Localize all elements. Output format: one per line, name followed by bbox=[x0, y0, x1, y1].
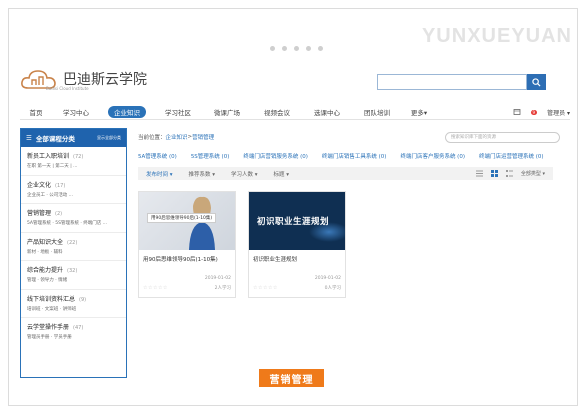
user-menu[interactable]: 管理员 ▾ bbox=[547, 108, 570, 117]
sidebar-category[interactable]: 新员工入职培训 (72) 在职 第一天 | 第二天 | ... bbox=[21, 147, 126, 176]
nav-more[interactable]: 更多▾ bbox=[402, 107, 436, 117]
show-all-categories-link[interactable]: 显示全部分类 bbox=[97, 135, 121, 141]
knowledge-search-input[interactable]: 搜索知识库下面的资源 bbox=[445, 132, 560, 143]
sidebar-category[interactable]: 线下培训资料汇总 (9) 培训班 · 文案班 · 讲师班 bbox=[21, 290, 126, 318]
search-icon bbox=[532, 77, 541, 87]
grid-view-icon[interactable] bbox=[490, 170, 498, 177]
subcategory-tag[interactable]: 5S管理系统 (0) bbox=[191, 152, 230, 160]
message-icon[interactable] bbox=[513, 108, 521, 116]
header-search-button[interactable] bbox=[527, 74, 546, 90]
nav-team-training[interactable]: 团队培训 bbox=[352, 107, 402, 117]
sidebar-category[interactable]: 综合能力提升 (32) 管理 · 领导力 · 情绪 bbox=[21, 261, 126, 290]
thumbnail-caption: 用90后思维领导90后(1-10集) bbox=[147, 213, 217, 223]
carousel-dots bbox=[270, 46, 323, 51]
nav-enterprise-knowledge[interactable]: 企业知识 bbox=[108, 106, 146, 118]
list-view-icon[interactable] bbox=[475, 170, 483, 177]
notification-badge[interactable]: 9 bbox=[530, 109, 538, 115]
breadcrumb-link[interactable]: 企业知识 bbox=[166, 133, 188, 141]
subcategory-tag[interactable]: 终端门店营销服务系统 (0) bbox=[243, 152, 308, 160]
sidebar-category[interactable]: 云学堂操作手册 (47) 管理员手册 · 学员手册 bbox=[21, 318, 126, 347]
sort-by-title[interactable]: 标题 ▾ bbox=[266, 170, 298, 178]
course-card[interactable]: 初识职业生涯规划 初识职业生涯规划 2019-01-02 ☆☆☆☆☆ 0人学习 bbox=[248, 191, 346, 298]
sort-bar: 发布时间 ▾ 推荐系数 ▾ 学习人数 ▾ 标题 ▾ 全部类型 ▾ bbox=[138, 167, 553, 180]
subcategory-tags: 5A管理系统 (0) 5S管理系统 (0) 终端门店营销服务系统 (0) 终端门… bbox=[138, 152, 558, 160]
thumbnail-caption: 初识职业生涯规划 bbox=[257, 217, 330, 227]
section-caption: 营销管理 bbox=[259, 369, 324, 387]
sidebar-header: ☰ 全部课程分类 显示全部分类 bbox=[21, 129, 126, 147]
view-controls: 全部类型 ▾ bbox=[475, 170, 553, 177]
presenter-image bbox=[189, 196, 215, 250]
learner-count: 0人学习 bbox=[324, 286, 341, 291]
nav-right: 9 管理员 ▾ bbox=[513, 108, 570, 117]
subcategory-tag[interactable]: 5A管理系统 (0) bbox=[138, 152, 177, 160]
course-title[interactable]: 用90后思维领导90后(1-10集) bbox=[139, 250, 235, 276]
rating-stars: ☆☆☆☆☆ bbox=[143, 285, 168, 291]
logo-subtitle: Badisi Cloud Institute bbox=[46, 86, 89, 91]
course-grid: 用90后思维领导90后(1-10集) 用90后思维领导90后(1-10集) 20… bbox=[138, 191, 570, 298]
main-content: 当前位置： 企业知识 > 营销管理 搜索知识库下面的资源 5A管理系统 (0) … bbox=[138, 128, 570, 298]
course-thumbnail: 初识职业生涯规划 bbox=[249, 192, 345, 250]
nav-learning-center[interactable]: 学习中心 bbox=[52, 107, 100, 117]
course-date: 2019-01-02 bbox=[204, 276, 231, 281]
subcategory-tag[interactable]: 终端门店运营管理系统 (0) bbox=[479, 152, 544, 160]
sidebar-category[interactable]: 营销管理 (2) 5A管理系统 · 5S管理系统 · 终端门店 ... bbox=[21, 204, 126, 233]
nav-video-meeting[interactable]: 视频会议 bbox=[252, 107, 302, 117]
subcategory-tag[interactable]: 终端门店销售工具系统 (0) bbox=[322, 152, 387, 160]
course-title[interactable]: 初识职业生涯规划 bbox=[249, 250, 345, 276]
course-date: 2019-01-02 bbox=[314, 276, 341, 281]
category-sidebar: ☰ 全部课程分类 显示全部分类 新员工入职培训 (72) 在职 第一天 | 第二天 … bbox=[20, 128, 127, 378]
sort-by-recommend[interactable]: 推荐系数 ▾ bbox=[181, 170, 224, 178]
nav-course-center[interactable]: 选课中心 bbox=[302, 107, 352, 117]
course-card[interactable]: 用90后思维领导90后(1-10集) 用90后思维领导90后(1-10集) 20… bbox=[138, 191, 236, 298]
nav-micro-course[interactable]: 微课广场 bbox=[202, 107, 252, 117]
detail-view-icon[interactable] bbox=[505, 170, 513, 177]
sort-by-date[interactable]: 发布时间 ▾ bbox=[138, 170, 181, 178]
breadcrumb-current: 营销管理 bbox=[192, 135, 215, 141]
course-thumbnail: 用90后思维领导90后(1-10集) bbox=[139, 192, 235, 250]
learner-count: 2人学习 bbox=[214, 286, 231, 291]
type-select[interactable]: 全部类型 ▾ bbox=[521, 170, 545, 177]
rating-stars: ☆☆☆☆☆ bbox=[253, 285, 278, 291]
top-nav: 首页 学习中心 企业知识 学习社区 微课广场 视频会议 选课中心 团队培训 更多… bbox=[20, 105, 570, 120]
sidebar-category[interactable]: 产品知识大全 (22) 新材 · 地板 · 辅料 bbox=[21, 233, 126, 261]
sidebar-category[interactable]: 企业文化 (17) 企业员工 · 公司活动 ... bbox=[21, 176, 126, 204]
menu-icon: ☰ bbox=[26, 134, 32, 142]
header-search-input[interactable] bbox=[377, 74, 527, 90]
sidebar-title: 全部课程分类 bbox=[35, 135, 75, 143]
subcategory-tag[interactable]: 终端门店客户服务系统 (0) bbox=[400, 152, 465, 160]
nav-community[interactable]: 学习社区 bbox=[154, 107, 202, 117]
nav-home[interactable]: 首页 bbox=[20, 107, 52, 117]
sort-by-learners[interactable]: 学习人数 ▾ bbox=[223, 170, 266, 178]
